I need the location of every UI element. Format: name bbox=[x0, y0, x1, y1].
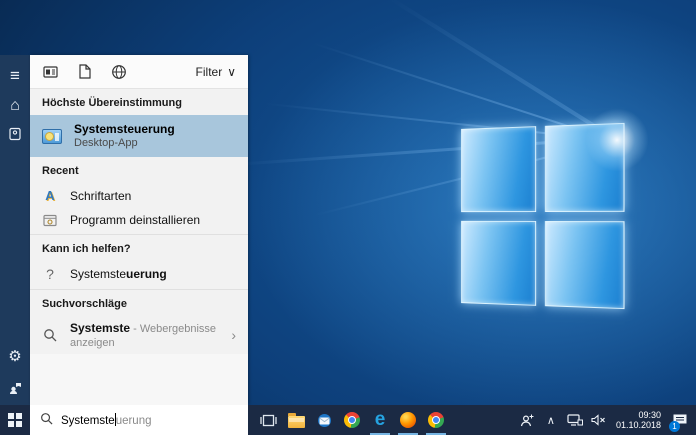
help-suggestion-item[interactable]: ? Systemsteuerung bbox=[30, 261, 248, 287]
filter-label: Filter bbox=[195, 64, 223, 79]
start-button[interactable] bbox=[0, 405, 30, 435]
web-suggestion-item[interactable]: Systemste - Webergebnisse anzeigen › bbox=[30, 316, 248, 354]
best-match-result[interactable]: Systemsteuerung Desktop-App bbox=[30, 115, 248, 157]
notebook-icon[interactable] bbox=[0, 121, 30, 147]
clock-date: 01.10.2018 bbox=[615, 420, 661, 430]
taskbar-app-icons: e bbox=[254, 405, 450, 435]
clock-time: 09:30 bbox=[638, 410, 661, 420]
chevron-right-icon[interactable]: › bbox=[231, 327, 236, 343]
windows-start-icon bbox=[8, 413, 22, 427]
firefox-icon[interactable] bbox=[394, 405, 422, 435]
suggestions-header: Suchvorschläge bbox=[30, 289, 248, 316]
help-suggestion-label: Systemsteuerung bbox=[70, 267, 167, 281]
feedback-person-icon[interactable] bbox=[0, 375, 30, 401]
chrome-icon[interactable] bbox=[338, 405, 366, 435]
search-results-panel: Filter ∨ Höchste Übereinstimmung Systems… bbox=[30, 55, 248, 405]
search-input-value: Systemsteuerung bbox=[61, 413, 152, 427]
taskbar: Systemsteuerung e ∧ 09:30 01.10.2018 1 bbox=[0, 405, 696, 435]
mail-app-icon[interactable] bbox=[310, 405, 338, 435]
documents-filter-icon[interactable] bbox=[76, 63, 93, 80]
control-panel-icon bbox=[42, 128, 62, 144]
windows-logo-pane bbox=[460, 126, 536, 212]
filter-dropdown[interactable]: Filter ∨ bbox=[196, 65, 236, 79]
best-match-subtitle: Desktop-App bbox=[74, 137, 138, 149]
task-view-button[interactable] bbox=[254, 405, 282, 435]
best-match-header: Höchste Übereinstimmung bbox=[42, 97, 182, 109]
hamburger-menu-icon[interactable]: ≡ bbox=[0, 63, 30, 89]
taskbar-clock[interactable]: 09:30 01.10.2018 bbox=[614, 410, 663, 430]
people-icon[interactable] bbox=[518, 405, 536, 435]
network-icon[interactable] bbox=[566, 405, 584, 435]
best-match-title: Systemsteuerung bbox=[74, 122, 175, 136]
notification-badge: 1 bbox=[669, 421, 680, 432]
search-filter-tabbar: Filter ∨ bbox=[30, 55, 248, 89]
web-suggestion-label: Systemste - Webergebnisse anzeigen bbox=[70, 321, 217, 349]
action-center-button[interactable]: 1 bbox=[669, 405, 691, 435]
system-tray: ∧ 09:30 01.10.2018 1 bbox=[518, 405, 696, 435]
taskbar-search-input[interactable]: Systemsteuerung bbox=[30, 405, 248, 435]
web-filter-icon[interactable] bbox=[110, 63, 127, 80]
search-icon bbox=[40, 412, 53, 428]
apps-filter-icon[interactable] bbox=[42, 63, 59, 80]
uninstall-program-icon bbox=[42, 214, 58, 227]
hidden-icons-chevron[interactable]: ∧ bbox=[542, 405, 560, 435]
settings-gear-icon[interactable]: ⚙ bbox=[0, 343, 30, 369]
edge-icon[interactable]: e bbox=[366, 405, 394, 435]
recent-item-fonts[interactable]: A Schriftarten bbox=[30, 183, 248, 208]
home-icon[interactable]: ⌂ bbox=[0, 93, 30, 119]
help-header: Kann ich helfen? bbox=[30, 234, 248, 261]
recent-item-label: Programm deinstallieren bbox=[70, 213, 201, 227]
light-beam bbox=[347, 0, 622, 144]
desktop: ≡ ⌂ ⚙ Filter ∨ Höchste Übereinstimmung S… bbox=[0, 0, 696, 435]
fonts-icon: A bbox=[45, 188, 55, 203]
chrome-icon-2[interactable] bbox=[422, 405, 450, 435]
light-flare bbox=[585, 108, 649, 172]
windows-logo-pane bbox=[460, 220, 536, 306]
windows-logo-pane bbox=[544, 220, 625, 310]
panel-empty-area bbox=[30, 354, 248, 405]
chevron-down-icon: ∨ bbox=[227, 64, 236, 79]
question-mark-icon: ? bbox=[46, 266, 54, 282]
recent-item-label: Schriftarten bbox=[70, 188, 132, 203]
search-icon bbox=[42, 328, 58, 342]
cortana-rail: ≡ ⌂ ⚙ bbox=[0, 55, 30, 405]
volume-muted-icon[interactable] bbox=[590, 405, 608, 435]
recent-header: Recent bbox=[42, 165, 79, 177]
recent-item-uninstall[interactable]: Programm deinstallieren bbox=[30, 208, 248, 232]
file-explorer-icon[interactable] bbox=[282, 405, 310, 435]
